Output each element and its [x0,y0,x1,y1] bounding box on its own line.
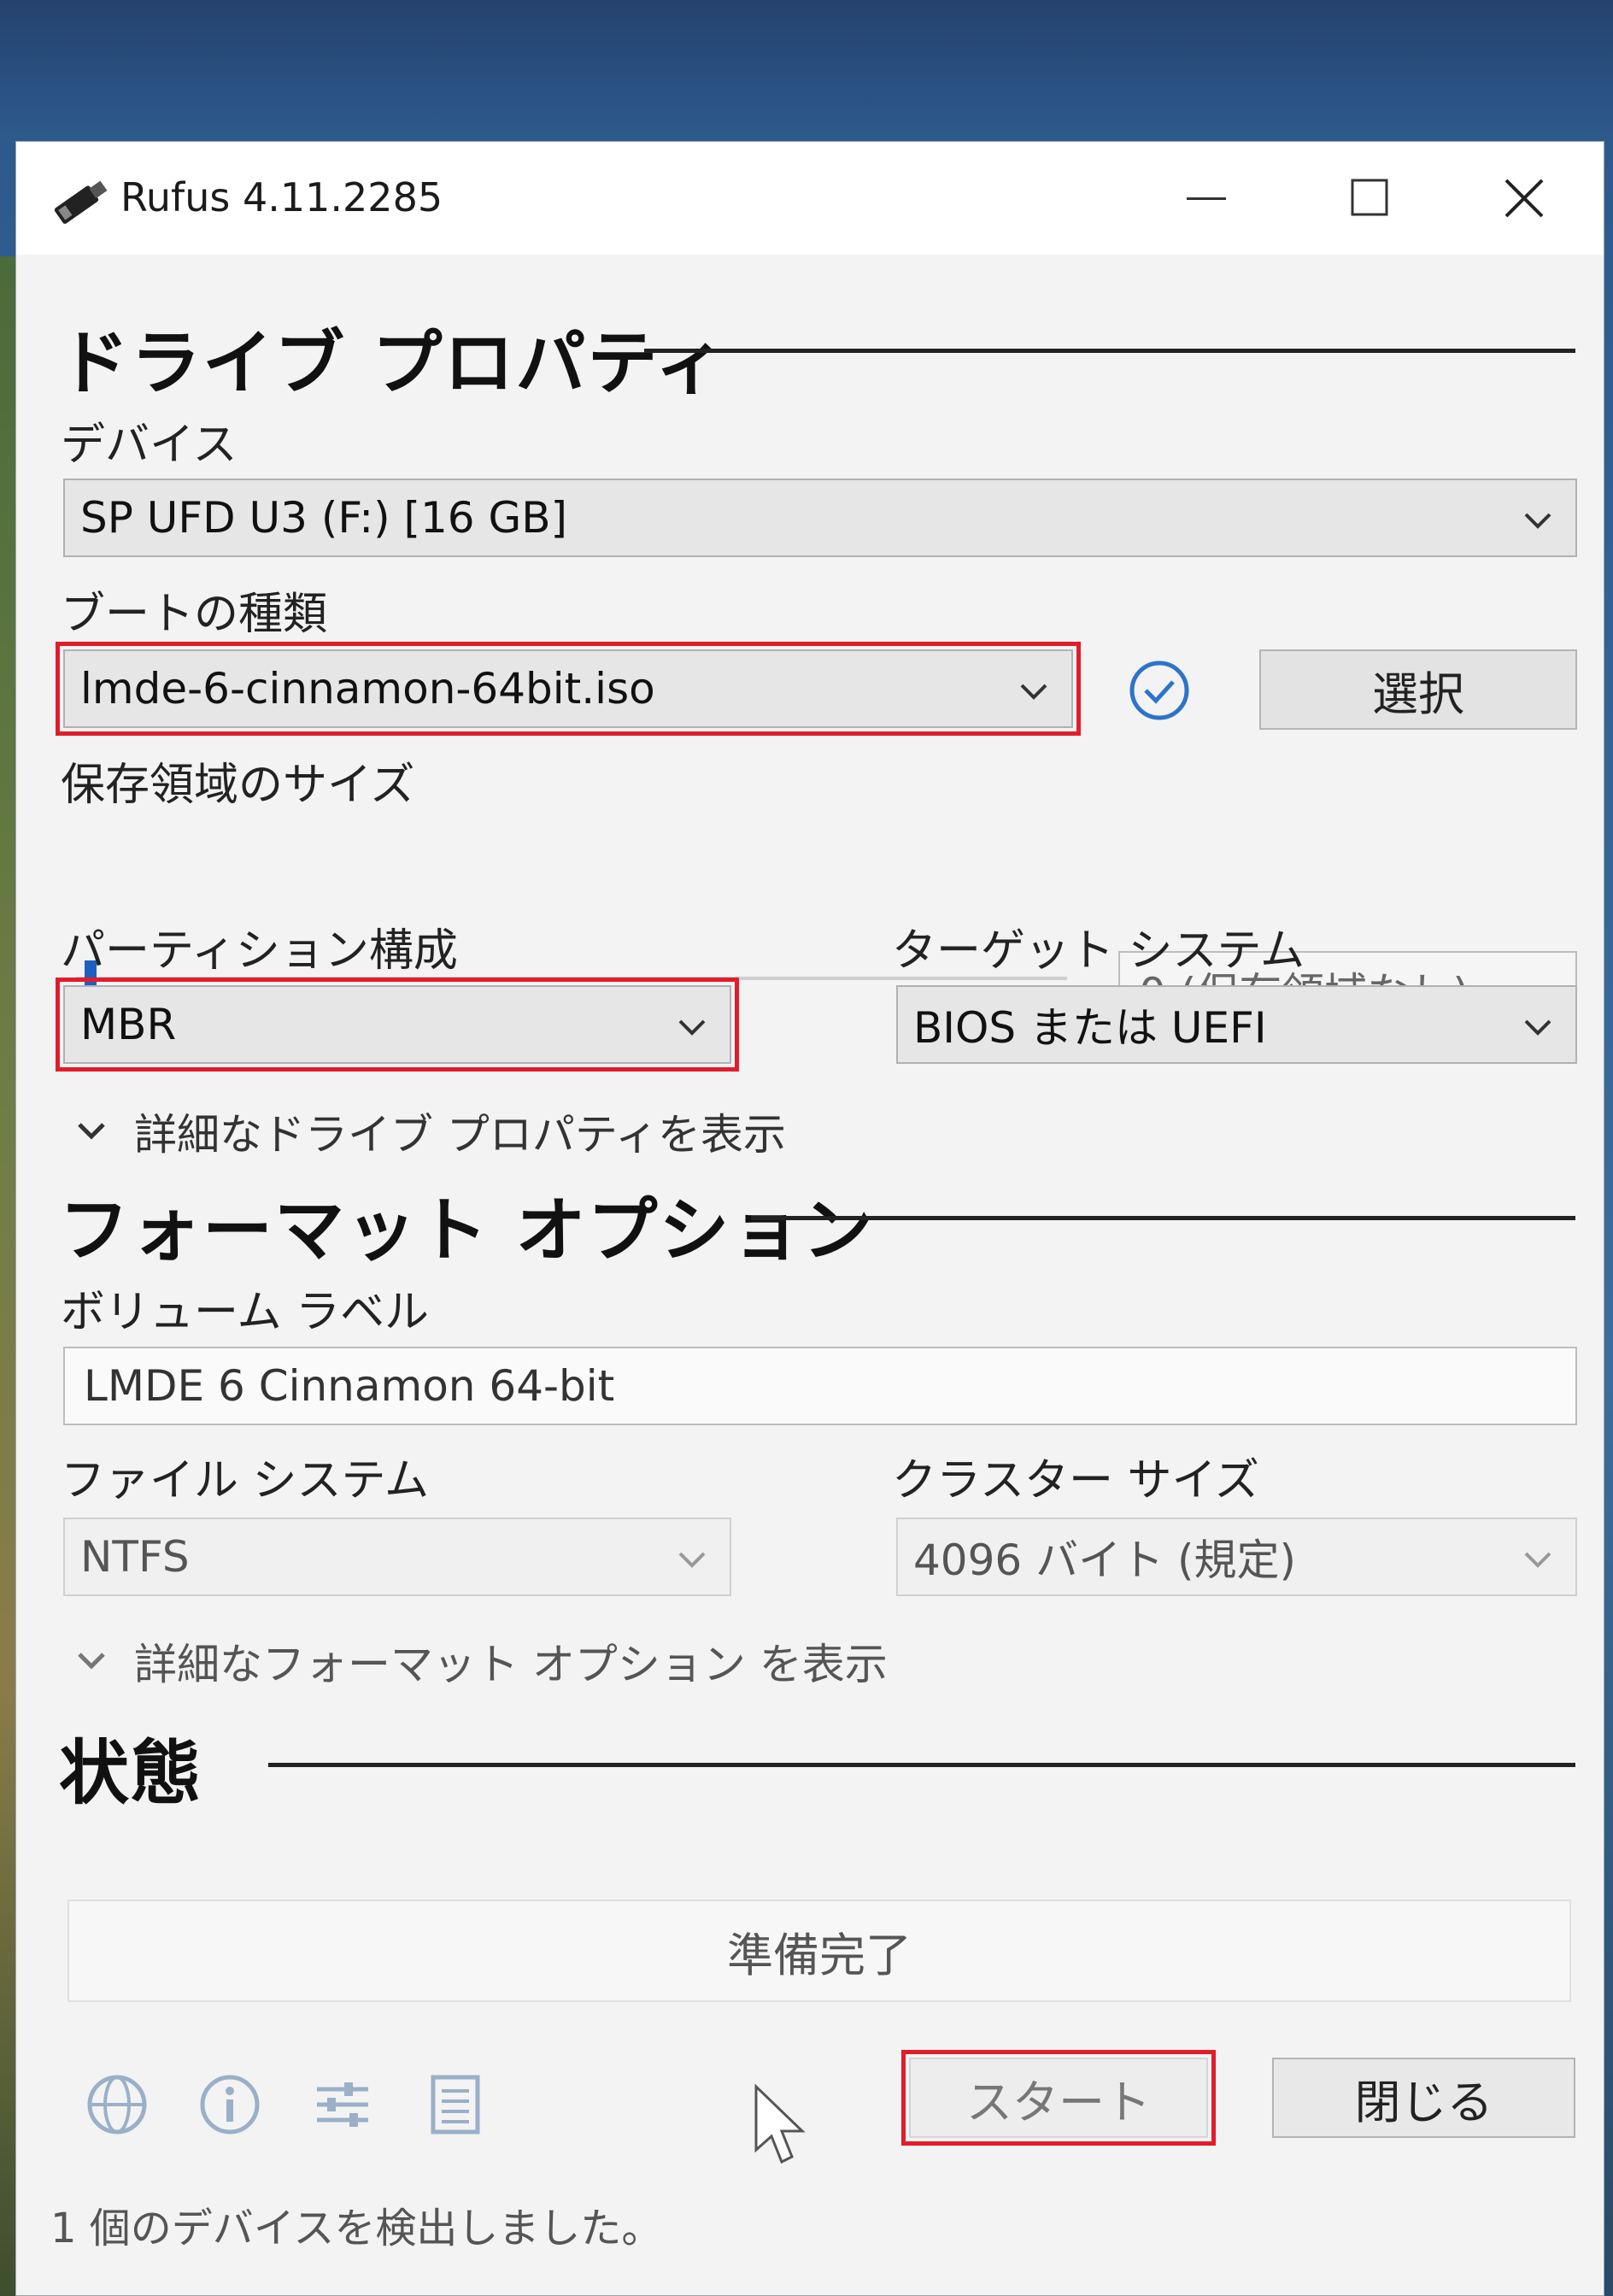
chevron-down-icon [1524,1019,1551,1036]
chevron-down-icon [678,1019,706,1036]
settings-sliders-icon[interactable] [308,2070,377,2139]
cluster-size-value: 4096 バイト (規定) [913,1536,1297,1585]
window-title: Rufus 4.11.2285 [120,174,443,220]
advanced-format-options-label: 詳細なフォーマット オプション を表示 [134,1640,888,1689]
file-system-select[interactable]: NTFS [63,1518,731,1596]
cluster-size-label: クラスター サイズ [892,1455,1259,1506]
minimize-icon [1187,197,1226,200]
target-system-value: BIOS または UEFI [913,1003,1267,1053]
advanced-drive-properties-label: 詳細なドライブ プロパティを表示 [134,1110,786,1160]
section-divider [751,1216,1575,1220]
section-divider [268,1763,1575,1767]
usb-stick-icon [54,180,108,224]
advanced-format-options-toggle[interactable]: 詳細なフォーマット オプション を表示 [74,1630,888,1692]
chevron-down-icon [78,1123,105,1140]
select-image-button[interactable]: 選択 [1259,649,1577,730]
boot-type-label: ブートの種類 [61,589,328,640]
status-heading: 状態 [59,1733,203,1814]
chevron-down-icon [1020,684,1047,700]
advanced-drive-properties-toggle[interactable]: 詳細なドライブ プロパティを表示 [74,1101,786,1162]
chevron-down-icon [78,1653,105,1670]
persistent-size-label: 保存領域のサイズ [61,760,415,811]
progress-bar: 準備完了 [67,1900,1571,2002]
check-circle-icon[interactable] [1127,658,1192,723]
volume-label-input[interactable]: LMDE 6 Cinnamon 64-bit [63,1347,1577,1425]
file-system-label: ファイル システム [61,1455,429,1506]
section-divider [644,349,1575,353]
boot-type-select[interactable]: lmde-6-cinnamon-64bit.iso [56,642,1081,736]
main-panel: ドライブ プロパティ デバイス SP UFD U3 (F:) [16 GB] ブ… [16,255,1604,2295]
chevron-down-icon [678,1552,706,1568]
target-system-select[interactable]: BIOS または UEFI [896,985,1577,1064]
maximize-button[interactable] [1289,142,1452,255]
minimize-button[interactable] [1127,142,1289,255]
chevron-down-icon [1524,513,1551,529]
partition-scheme-select[interactable]: MBR [56,978,739,1072]
globe-icon[interactable] [83,2070,151,2139]
chevron-down-icon [1524,1552,1551,1568]
drive-properties-heading: ドライブ プロパティ [59,323,727,404]
format-options-heading: フォーマット オプション [59,1190,875,1271]
rufus-window: Rufus 4.11.2285 ドライブ プロパティ デバイス SP UFD U… [15,141,1604,2296]
close-icon [1504,179,1544,218]
progress-text: 準備完了 [727,1928,912,1982]
file-system-value: NTFS [80,1532,190,1582]
info-icon[interactable] [196,2070,264,2139]
partition-scheme-label: パーティション構成 [61,925,458,977]
device-label: デバイス [61,420,238,471]
close-window-button[interactable] [1443,142,1604,255]
partition-scheme-value: MBR [80,1000,177,1049]
device-value: SP UFD U3 (F:) [16 GB] [80,493,568,543]
cluster-size-select[interactable]: 4096 バイト (規定) [896,1518,1577,1596]
close-button[interactable]: 閉じる [1272,2058,1575,2138]
title-bar: Rufus 4.11.2285 [16,142,1604,255]
device-select[interactable]: SP UFD U3 (F:) [16 GB] [63,479,1577,557]
start-button[interactable]: スタート [901,2050,1216,2146]
volume-label-label: ボリューム ラベル [61,1287,429,1338]
boot-type-value: lmde-6-cinnamon-64bit.iso [80,664,655,713]
log-icon[interactable] [421,2070,490,2139]
status-bar-text: 1 個のデバイスを検出しました。 [50,2205,663,2252]
maximize-icon [1351,179,1388,216]
mouse-cursor-icon [754,2083,806,2164]
desktop-background [0,256,17,2296]
target-system-label: ターゲット システム [892,925,1305,977]
